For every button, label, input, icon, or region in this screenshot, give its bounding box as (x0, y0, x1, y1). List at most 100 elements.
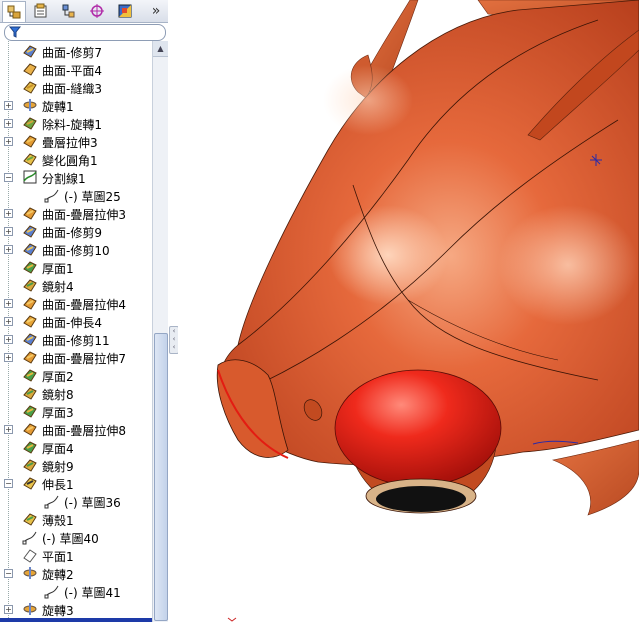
knit-surface-icon (23, 81, 37, 94)
tree-item-label: 鏡射9 (42, 460, 74, 474)
surface-trim-icon (23, 243, 37, 256)
pelvic-fin (551, 439, 639, 516)
surface-loft-icon (23, 207, 37, 220)
expand-toggle-icon[interactable]: + (4, 101, 13, 110)
tree-item[interactable]: + 曲面-疊層拉伸4 (0, 294, 152, 312)
tree-bottom-rollback-bar[interactable] (0, 618, 152, 622)
expand-toggle-icon[interactable]: − (4, 569, 13, 578)
shell-icon (23, 513, 37, 526)
tree-item[interactable]: + 曲面-修剪10 (0, 240, 152, 258)
eye-pupil (376, 486, 466, 512)
tree-item-label: 旋轉2 (42, 568, 74, 582)
eye-ball (334, 369, 502, 487)
tree-item[interactable]: + 疊層拉伸3 (0, 132, 152, 150)
configuration-manager-icon (62, 4, 75, 17)
extrude-icon (23, 477, 37, 490)
tree-scrollbar[interactable]: ▲ (152, 41, 168, 622)
graphics-area[interactable] (178, 0, 639, 622)
tree-item[interactable]: 曲面-縫織3 (0, 78, 152, 96)
loft-icon (23, 135, 37, 148)
expand-toggle-icon[interactable]: + (4, 299, 13, 308)
planar-surface-icon (23, 63, 37, 76)
tree-item-label: 疊層拉伸3 (42, 136, 98, 150)
revolve-icon (23, 99, 37, 111)
tree-item[interactable]: 厚面2 (0, 366, 152, 384)
tab-display-manager[interactable] (114, 1, 136, 20)
tree-item[interactable]: + 旋轉1 (0, 96, 152, 114)
revolve-icon (23, 567, 37, 579)
tree-item[interactable]: (-) 草圖36 (0, 492, 152, 510)
expand-toggle-icon[interactable]: + (4, 317, 13, 326)
tree-item[interactable]: 鏡射4 (0, 276, 152, 294)
tree-item-label: 除料-旋轉1 (42, 118, 102, 132)
tree-filter-input[interactable] (4, 24, 166, 41)
tab-configuration-manager[interactable] (58, 1, 80, 20)
surface-trim-icon (23, 333, 37, 346)
tree-item[interactable]: 厚面1 (0, 258, 152, 276)
tree-item[interactable]: 厚面4 (0, 438, 152, 456)
expand-toggle-icon[interactable]: + (4, 353, 13, 362)
body-highlight (323, 65, 413, 135)
display-manager-icon (118, 4, 132, 17)
tree-item[interactable]: − 分割線1 (0, 168, 152, 186)
scroll-up-button[interactable]: ▲ (153, 41, 168, 57)
tree-item[interactable]: 鏡射9 (0, 456, 152, 474)
feature-tree: 曲面-修剪7 曲面-平面4 曲面-縫織3 + 旋轉1 + 除料-旋轉1 + 疊層拉伸3 變化圓角1… (0, 41, 152, 622)
tree-item-label: (-) 草圖25 (64, 190, 121, 204)
surface-loft-icon (23, 351, 37, 364)
expand-toggle-icon[interactable]: + (4, 335, 13, 344)
thicken-icon (23, 261, 37, 274)
tree-item[interactable]: 厚面3 (0, 402, 152, 420)
tree-item[interactable]: + 曲面-伸長4 (0, 312, 152, 330)
tree-item[interactable]: + 曲面-修剪11 (0, 330, 152, 348)
fish-model-3d-view (216, 0, 639, 622)
tree-item[interactable]: − 伸長1 (0, 474, 152, 492)
tree-item-label: 曲面-疊層拉伸3 (42, 208, 126, 222)
feature-manager-icon (7, 5, 21, 19)
expand-toggle-icon[interactable]: + (4, 119, 13, 128)
expand-toggle-icon[interactable]: − (4, 173, 13, 182)
tree-item[interactable]: (-) 草圖25 (0, 186, 152, 204)
tree-item[interactable]: + 曲面-疊層拉伸8 (0, 420, 152, 438)
tree-item-label: 伸長1 (42, 478, 74, 492)
thicken-icon (23, 405, 37, 418)
tree-item-label: 旋轉1 (42, 100, 74, 114)
tree-item-label: 薄殼1 (42, 514, 74, 528)
tree-item[interactable]: 薄殼1 (0, 510, 152, 528)
tab-property-manager[interactable] (30, 1, 52, 20)
surface-trim-icon (23, 45, 37, 58)
tree-item[interactable]: 鏡射8 (0, 384, 152, 402)
expand-toggle-icon[interactable]: − (4, 479, 13, 488)
sketch-icon (22, 531, 37, 545)
tree-item[interactable]: + 曲面-修剪9 (0, 222, 152, 240)
tree-item[interactable]: 變化圓角1 (0, 150, 152, 168)
tree-item[interactable]: − 旋轉2 (0, 564, 152, 582)
tree-item[interactable]: + 除料-旋轉1 (0, 114, 152, 132)
tab-dimxpert[interactable] (86, 1, 108, 20)
surface-loft-icon (23, 423, 37, 436)
tree-item-label: 分割線1 (42, 172, 86, 186)
expand-toggle-icon[interactable]: + (4, 605, 13, 614)
expand-toggle-icon[interactable]: + (4, 209, 13, 218)
expand-toggle-icon[interactable]: + (4, 425, 13, 434)
tree-item[interactable]: (-) 草圖40 (0, 528, 152, 546)
tree-item[interactable]: (-) 草圖41 (0, 582, 152, 600)
tree-item[interactable]: 曲面-平面4 (0, 60, 152, 78)
more-tabs-button[interactable]: » (146, 1, 166, 20)
filter-icon (9, 26, 21, 38)
tree-item-label: 曲面-疊層拉伸8 (42, 424, 126, 438)
revolve-cut-icon (23, 117, 37, 130)
tab-feature-manager[interactable] (2, 1, 26, 22)
tree-item[interactable]: + 曲面-疊層拉伸7 (0, 348, 152, 366)
tree-item[interactable]: + 旋轉3 (0, 600, 152, 618)
expand-toggle-icon[interactable]: + (4, 137, 13, 146)
panel-splitter[interactable] (168, 0, 178, 622)
scroll-thumb[interactable] (154, 333, 168, 621)
tree-item[interactable]: 曲面-修剪7 (0, 42, 152, 60)
tree-item[interactable]: 平面1 (0, 546, 152, 564)
expand-toggle-icon[interactable]: + (4, 227, 13, 236)
expand-toggle-icon[interactable]: + (4, 245, 13, 254)
surface-loft-icon (23, 297, 37, 310)
tree-item-label: 曲面-疊層拉伸4 (42, 298, 126, 312)
tree-item[interactable]: + 曲面-疊層拉伸3 (0, 204, 152, 222)
